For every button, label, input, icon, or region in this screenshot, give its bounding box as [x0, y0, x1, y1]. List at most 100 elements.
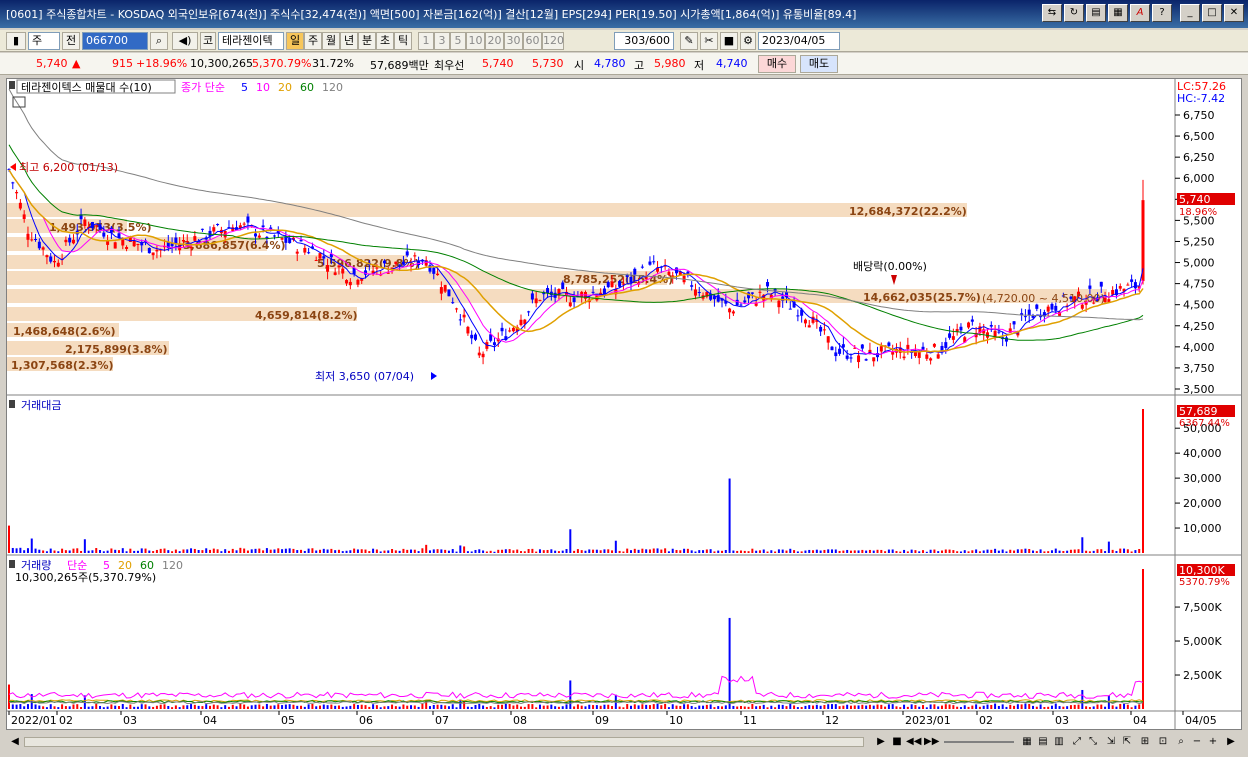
- prev-button[interactable]: 전: [62, 32, 80, 50]
- low-annotation: 최저 3,650 (07/04): [315, 370, 414, 383]
- interval-button[interactable]: 1: [418, 32, 434, 50]
- market-select[interactable]: 주: [28, 32, 60, 50]
- chart-type-icon[interactable]: ▮: [6, 32, 26, 50]
- interval-button[interactable]: 60: [523, 32, 542, 50]
- amount-bar: [478, 549, 481, 553]
- interval-button[interactable]: 5: [450, 32, 466, 50]
- candle-body: [944, 342, 948, 349]
- interval-button[interactable]: 10: [466, 32, 485, 50]
- refresh-icon[interactable]: ↻: [1064, 4, 1084, 22]
- volume-bar: [459, 699, 462, 709]
- amount-bar: [937, 551, 940, 553]
- link-icon[interactable]: ⇆: [1042, 4, 1062, 22]
- candle-body: [1027, 309, 1031, 316]
- candle-body: [511, 327, 515, 332]
- period-button[interactable]: 틱: [394, 32, 412, 50]
- search-icon[interactable]: ⌕: [150, 32, 168, 50]
- zoom-in-icon[interactable]: +: [1206, 735, 1220, 749]
- period-button[interactable]: 주: [304, 32, 322, 50]
- minimize-button[interactable]: _: [1180, 4, 1200, 22]
- stop-icon[interactable]: ■: [890, 735, 904, 749]
- layout-icon[interactable]: ▤: [1086, 4, 1106, 22]
- expand2-icon[interactable]: ⤡: [1086, 735, 1100, 749]
- font-icon[interactable]: A: [1130, 4, 1150, 22]
- sell-button[interactable]: 매도: [800, 55, 838, 73]
- volume-bar: [1134, 705, 1137, 709]
- chart-area[interactable]: 12,684,372(22.2%)1,493,953(3.5%)3,686,85…: [6, 78, 1242, 730]
- grid1-icon[interactable]: ▦: [1020, 735, 1034, 749]
- horizontal-scrollbar[interactable]: [24, 737, 864, 747]
- scroll-right-icon[interactable]: ▶: [1224, 735, 1238, 749]
- settings-icon[interactable]: ⚙: [740, 32, 756, 50]
- volume-bar: [288, 704, 291, 709]
- volume-bar: [80, 707, 83, 709]
- print-icon[interactable]: ▦: [1108, 4, 1128, 22]
- speaker-icon[interactable]: ◀): [172, 32, 198, 50]
- amount-bar: [265, 548, 268, 553]
- candle-body: [811, 316, 815, 323]
- tools-icon[interactable]: ✂: [700, 32, 718, 50]
- interval-button[interactable]: 20: [485, 32, 504, 50]
- volume-bar: [937, 706, 940, 709]
- volume-bar: [709, 704, 712, 709]
- volume-profile-label: 1,468,648(2.6%): [13, 325, 116, 338]
- zoom-out-icon[interactable]: −: [1190, 735, 1204, 749]
- period-button[interactable]: 년: [340, 32, 358, 50]
- candle-body: [1133, 282, 1137, 289]
- volume-bar: [561, 706, 564, 709]
- volume-bar: [303, 706, 306, 709]
- period-button[interactable]: 일: [286, 32, 304, 50]
- interval-button[interactable]: 3: [434, 32, 450, 50]
- fast-forward-icon[interactable]: ▶▶: [924, 735, 939, 749]
- fit2-icon[interactable]: ⊡: [1156, 735, 1170, 749]
- interval-button[interactable]: 30: [504, 32, 523, 50]
- candle-body: [788, 308, 792, 310]
- play-icon[interactable]: ▶: [874, 735, 888, 749]
- count-field[interactable]: 303/600: [614, 32, 674, 50]
- period-button[interactable]: 초: [376, 32, 394, 50]
- cursor-icon[interactable]: ✎: [680, 32, 698, 50]
- amount-bar: [353, 548, 356, 553]
- volume-bar: [144, 704, 147, 709]
- buy-button[interactable]: 매수: [758, 55, 796, 73]
- volume-bar: [106, 706, 109, 709]
- candle-body: [1088, 285, 1092, 289]
- expand1-icon[interactable]: ⤢: [1070, 735, 1084, 749]
- amount-bar: [800, 551, 803, 553]
- help-icon[interactable]: ?: [1152, 4, 1172, 22]
- amount-tick: 30,000: [1183, 472, 1222, 485]
- save-icon[interactable]: ■: [720, 32, 738, 50]
- step-back-icon[interactable]: ◀◀: [906, 735, 921, 749]
- period-button[interactable]: 분: [358, 32, 376, 50]
- code-input[interactable]: 066700: [82, 32, 148, 50]
- volume-bar: [406, 705, 409, 709]
- zoom-icon[interactable]: ⌕: [1174, 735, 1188, 749]
- volume-bar: [827, 704, 830, 709]
- volume-bar: [182, 705, 185, 709]
- expand3-icon[interactable]: ⇲: [1104, 735, 1118, 749]
- grid2-icon[interactable]: ▤: [1036, 735, 1050, 749]
- interval-button[interactable]: 120: [542, 32, 564, 50]
- fit-icon[interactable]: ⊞: [1138, 735, 1152, 749]
- stock-name-field[interactable]: 테라젠이텍: [218, 32, 284, 50]
- volume-bar: [743, 706, 746, 709]
- volume-bar: [447, 706, 450, 709]
- period-button[interactable]: 월: [322, 32, 340, 50]
- ma-legend-item: 60: [300, 81, 314, 94]
- volume-bar: [1016, 704, 1019, 709]
- zoom-slider[interactable]: [944, 741, 1014, 743]
- scroll-left-icon[interactable]: ◀: [8, 735, 22, 749]
- grid3-icon[interactable]: ▥: [1052, 735, 1066, 749]
- amount-bar: [1085, 550, 1088, 553]
- chart-svg[interactable]: 12,684,372(22.2%)1,493,953(3.5%)3,686,85…: [7, 79, 1241, 729]
- maximize-button[interactable]: □: [1202, 4, 1222, 22]
- amount: 57,689백만: [370, 59, 429, 72]
- candle-body: [932, 343, 936, 347]
- candle-body: [257, 235, 261, 238]
- volume-bar: [129, 704, 132, 709]
- date-field[interactable]: 2023/04/05: [758, 32, 840, 50]
- close-button[interactable]: ✕: [1224, 4, 1244, 22]
- volume-bar: [584, 706, 587, 709]
- candle-body: [735, 299, 739, 306]
- expand4-icon[interactable]: ⇱: [1120, 735, 1134, 749]
